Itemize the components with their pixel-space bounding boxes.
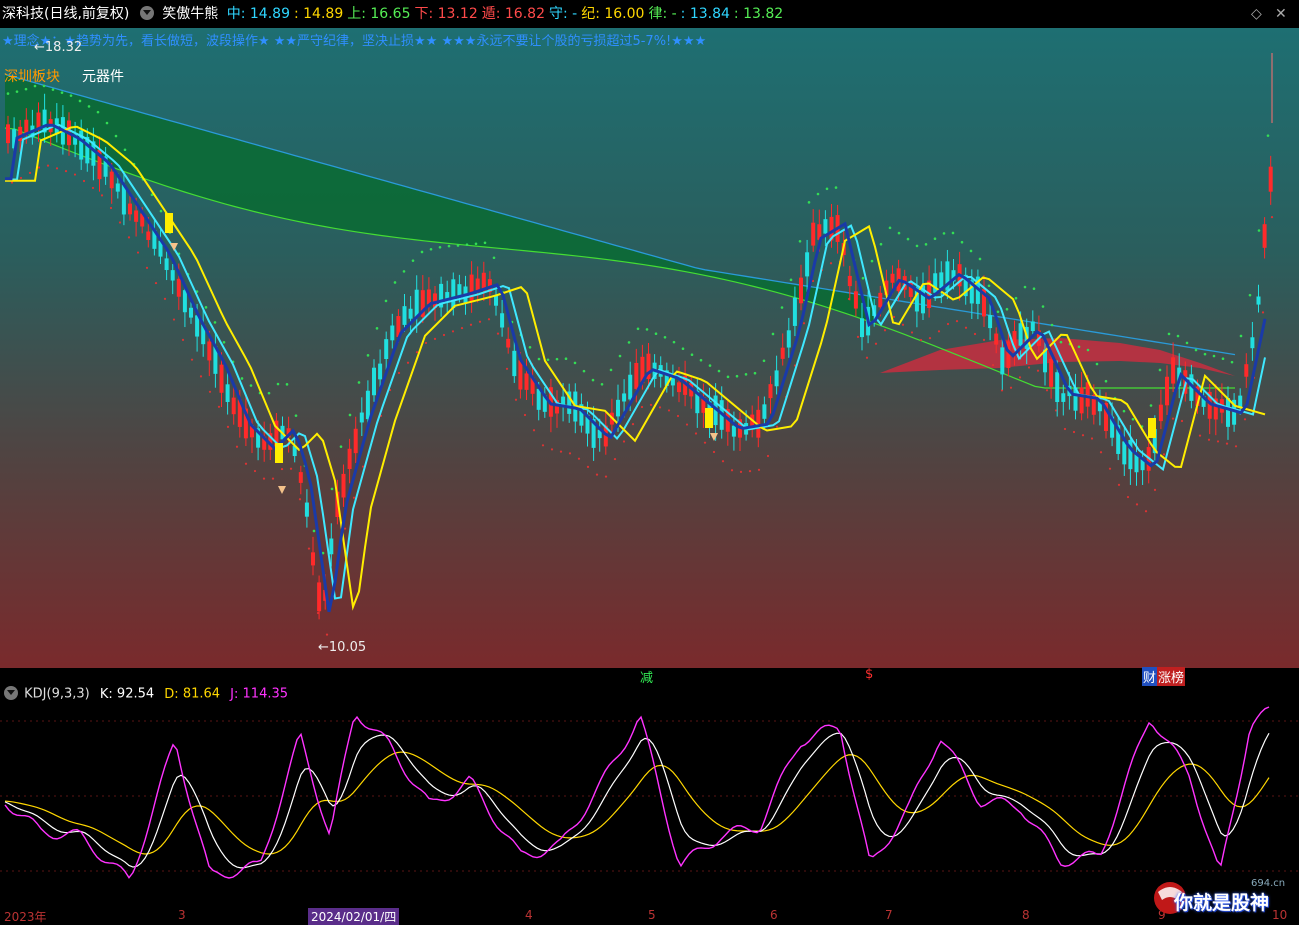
axis-tick: 4 [525, 908, 533, 922]
close-icon[interactable]: ✕ [1275, 0, 1287, 28]
chevron-circle-icon[interactable] [4, 686, 18, 700]
price-chart-panel[interactable] [0, 28, 1299, 668]
stock-title[interactable]: 深科技(日线,前复权) [2, 6, 129, 22]
axis-tick: 3 [178, 908, 186, 922]
indicator-field-8: : 13.84 [680, 6, 730, 22]
chart-info-bar: 深科技(日线,前复权) 笑傲牛熊 中: 14.89: 14.89 上: 16.65… [0, 0, 1299, 28]
indicator-field-2: 上: 16.65 [347, 6, 411, 22]
watermark-logo: 你就是股神 694.cn [1150, 876, 1295, 920]
kdj-j-value: 114.35 [242, 686, 289, 702]
axis-tick: 6 [770, 908, 778, 922]
low-price-label: ←10.05 [318, 640, 367, 655]
logo-text: 你就是股神 [1174, 892, 1270, 914]
indicator-field-5: 守: - [548, 6, 578, 22]
axis-tick: 8 [1022, 908, 1030, 922]
indicator-field-9: : 13.82 [733, 6, 784, 22]
signal-jian: 减 [640, 671, 654, 686]
kdj-title[interactable]: KDJ(9,3,3) [24, 687, 90, 702]
kdj-panel[interactable] [0, 686, 1299, 908]
price-chart-canvas [4, 53, 1274, 636]
logo-sub: 694.cn [1251, 878, 1286, 889]
high-price-label: ←18.32 [34, 40, 83, 55]
indicator-name[interactable]: 笑傲牛熊 [162, 6, 218, 22]
kdj-k-label: K: [99, 686, 113, 702]
diamond-icon[interactable]: ◇ [1251, 0, 1262, 28]
kdj-d-value: 81.64 [182, 686, 221, 702]
indicator-field-6: 纪: 16.00 [581, 6, 645, 22]
industry-label[interactable]: 元器件 [82, 66, 124, 86]
kdj-j-label: J: [230, 686, 239, 702]
axis-tick: 7 [885, 908, 893, 922]
indicator-field-1: : 14.89 [293, 6, 344, 22]
indicator-field-7: 律: - [648, 6, 677, 22]
chevron-circle-icon[interactable] [139, 6, 154, 20]
marquee-text: ★理念★：★趋势为先，看长做短，波段操作★ ★★严守纪律，坚决止损★★ ★★★永… [2, 34, 707, 49]
signal-dollar: $ [865, 667, 874, 682]
signal-cai: 财 [1142, 667, 1158, 686]
axis-tick: 5 [648, 908, 656, 922]
time-axis: 2023年 2024/02/01/四 3 4 5 6 7 8 9 10 [0, 908, 1299, 925]
kdj-k-value: 92.54 [116, 686, 155, 702]
axis-year: 2023年 [4, 910, 47, 924]
indicator-field-3: 下: 13.12 [414, 6, 478, 22]
signal-zhangbang: 涨榜 [1157, 667, 1186, 686]
indicator-values: 中: 14.89: 14.89 上: 16.65 下: 13.12 遁: 16.82 守… [227, 6, 787, 22]
kdj-header: KDJ(9,3,3) K: 92.54 D: 81.64 J: 114.35 [4, 686, 288, 702]
board-label[interactable]: 深圳板块 [4, 66, 60, 86]
kdj-d-label: D: [164, 686, 179, 702]
axis-cursor-date: 2024/02/01/四 [308, 908, 400, 925]
indicator-field-4: 遁: 16.82 [481, 6, 545, 22]
indicator-field-0: 中: 14.89 [226, 6, 290, 22]
low-price-value: 10.05 [328, 640, 367, 655]
high-price-value: 18.32 [44, 40, 83, 55]
